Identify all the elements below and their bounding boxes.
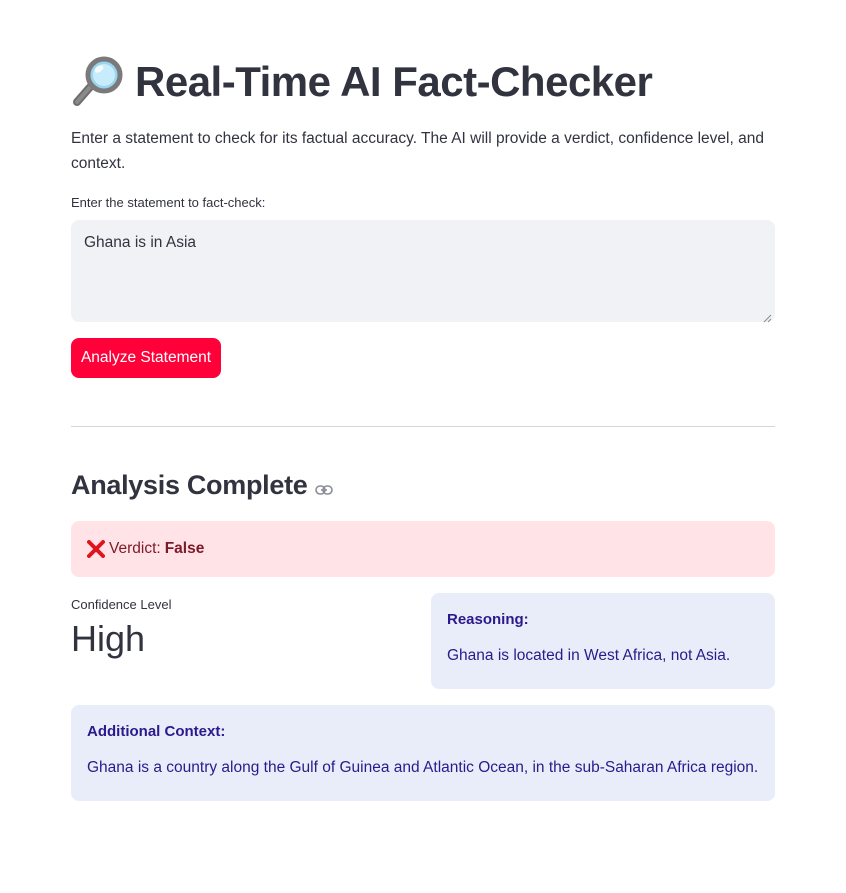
title-text: Real-Time AI Fact-Checker [135,58,653,105]
confidence-value: High [71,618,146,659]
statement-input[interactable]: Ghana is in Asia [71,220,775,322]
verdict-label: Verdict: [109,540,161,557]
cross-icon [87,540,105,558]
intro-text: Enter a statement to check for its factu… [71,130,764,172]
analyze-statement-button[interactable]: Analyze Statement [71,338,221,378]
analysis-heading-text: Analysis Complete [71,470,308,500]
analysis-heading: Analysis Complete [71,470,334,501]
reasoning-info-box: Reasoning: Ghana is located in West Afri… [431,593,775,689]
divider [71,426,775,427]
context-text: Ghana is a country along the Gulf of Gui… [87,759,759,776]
page-title: Real-Time AI Fact-Checker [71,56,653,108]
reasoning-title: Reasoning: [447,611,529,628]
magnifying-glass-icon [71,56,125,108]
reasoning-text: Ghana is located in West Africa, not Asi… [447,647,731,664]
verdict-value: False [164,540,205,557]
context-title: Additional Context: [87,723,226,740]
statement-label: Enter the statement to fact-check: [71,195,266,210]
link-icon[interactable] [315,483,334,495]
resize-grip-icon[interactable] [763,310,772,323]
confidence-label: Confidence Level [71,597,172,612]
verdict-alert: Verdict: False [71,521,775,577]
context-info-box: Additional Context: Ghana is a country a… [71,705,775,801]
